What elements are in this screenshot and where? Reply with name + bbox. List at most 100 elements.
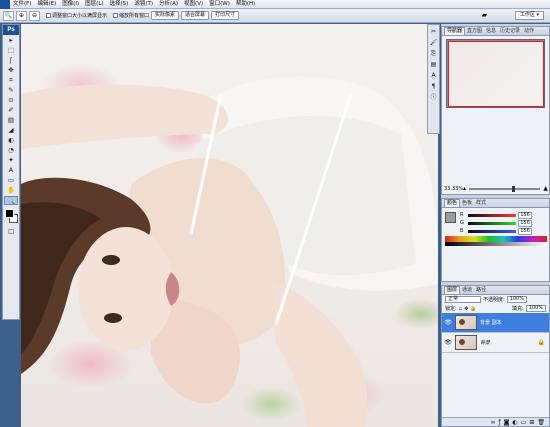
print-size-button[interactable]: 打印尺寸 <box>211 11 240 20</box>
eraser-tool-icon[interactable]: ◢ <box>4 126 18 135</box>
menu-file[interactable]: 文件(F) <box>10 0 34 9</box>
menu-image[interactable]: 图像(I) <box>59 0 82 9</box>
menu-filter[interactable]: 滤镜(T) <box>131 0 156 9</box>
move-tool-icon[interactable]: ▸ <box>4 36 18 45</box>
quick-mask-icon[interactable]: ☐ <box>4 228 18 237</box>
link-layers-icon[interactable]: ∞ <box>490 419 495 426</box>
hand-tool-icon[interactable]: ✋ <box>4 186 18 195</box>
color-swatches[interactable] <box>3 209 19 227</box>
workspace-button[interactable]: 工作区 ▾ <box>514 11 544 20</box>
green-slider[interactable] <box>468 221 516 225</box>
red-slider[interactable] <box>468 213 516 217</box>
zoom-slider[interactable] <box>469 185 541 192</box>
eye-icon[interactable]: 👁 <box>444 339 452 346</box>
tab-actions[interactable]: 动作 <box>522 28 536 35</box>
lock-pixels-icon[interactable]: ▫ <box>459 306 462 312</box>
pen-tool-icon[interactable]: ✦ <box>4 156 18 165</box>
magic-wand-tool-icon[interactable]: ✥ <box>4 66 18 75</box>
opacity-input[interactable]: 100% <box>506 296 527 303</box>
clone-stamp-tool-icon[interactable]: ▤ <box>4 116 18 125</box>
zoom-out-small-icon[interactable]: ▴ <box>463 185 466 192</box>
tab-history[interactable]: 历史记录 <box>498 28 522 35</box>
layer-style-icon[interactable]: ƒ <box>498 419 500 426</box>
menu-help[interactable]: 帮助(H) <box>233 0 258 9</box>
menu-select[interactable]: 选择(S) <box>107 0 132 9</box>
blend-mode-select[interactable]: 正常 <box>445 296 481 303</box>
zoom-in-icon[interactable]: ⊕ <box>16 10 27 21</box>
tab-navigator[interactable]: 导航器 <box>444 27 466 35</box>
brush-tool-icon[interactable]: ✐ <box>4 106 18 115</box>
foreground-color-swatch[interactable] <box>5 209 14 218</box>
zoom-value[interactable]: 33.33% <box>444 186 463 192</box>
color-panel: 颜色 色板 样式 R 156 G 156 B 156 <box>441 198 550 282</box>
lasso-tool-icon[interactable]: ʃ <box>4 56 18 65</box>
fit-screen-button[interactable]: 适合屏幕 <box>181 11 210 20</box>
shape-tool-icon[interactable]: ▭ <box>4 176 18 185</box>
lock-position-icon[interactable]: ✥ <box>464 306 468 312</box>
channel-label: R <box>460 212 464 218</box>
tab-info[interactable]: 信息 <box>484 28 498 35</box>
palette-well-icon[interactable]: ▰ <box>479 11 490 20</box>
tab-color[interactable]: 颜色 <box>444 199 461 207</box>
zoom-out-icon[interactable]: ⊖ <box>29 10 40 21</box>
layer-name[interactable]: 背景 副本 <box>480 319 502 326</box>
menu-edit[interactable]: 编辑(E) <box>34 0 59 9</box>
tab-channels[interactable]: 通道 <box>460 287 474 294</box>
navigator-footer: 33.33% ▴ ▲ <box>444 185 548 192</box>
type-tool-icon[interactable]: A <box>4 166 18 175</box>
blue-value[interactable]: 156 <box>518 227 532 235</box>
marquee-tool-icon[interactable]: ⬚ <box>4 46 18 55</box>
eye-icon[interactable]: 👁 <box>444 319 452 326</box>
navigator-tabs: 导航器 直方图 信息 历史记录 动作 <box>442 27 549 36</box>
panels-column: 导航器 直方图 信息 历史记录 动作 33.33% ▴ ▲ 颜色 色板 样式 R <box>441 24 550 427</box>
adjustment-layer-icon[interactable]: ◐ <box>512 419 517 426</box>
fill-input[interactable]: 100% <box>525 305 546 312</box>
zoom-tool-icon[interactable]: 🔍 <box>4 196 18 205</box>
color-row-g: G 156 <box>442 219 549 227</box>
menu-window[interactable]: 窗口(W) <box>206 0 233 9</box>
tool-presets-icon[interactable]: ✂ <box>429 28 438 36</box>
layer-name[interactable]: 背景 <box>480 339 490 346</box>
tab-styles[interactable]: 样式 <box>474 200 488 207</box>
layer-row[interactable]: 👁 背景 副本 <box>442 313 549 333</box>
dodge-tool-icon[interactable]: ◔ <box>4 146 18 155</box>
resize-windows-checkbox[interactable]: 调整窗口大小以满屏显示 <box>46 12 107 19</box>
layer-thumbnail <box>455 335 477 350</box>
lock-all-icon[interactable]: 🔒 <box>470 306 476 312</box>
zoom-tool-preset-icon[interactable]: 🔍 <box>3 10 14 21</box>
tab-swatches[interactable]: 色板 <box>460 200 474 207</box>
tab-paths[interactable]: 路径 <box>474 287 488 294</box>
eyedropper-tool-icon[interactable]: ✎ <box>4 86 18 95</box>
tab-layers[interactable]: 图层 <box>444 286 461 294</box>
info-icon[interactable]: ⓘ <box>429 94 438 102</box>
menu-layer[interactable]: 图层(L) <box>82 0 106 9</box>
gradient-tool-icon[interactable]: ◐ <box>4 136 18 145</box>
delete-layer-icon[interactable]: 🗑 <box>537 419 545 426</box>
clone-source-icon[interactable]: ⎘ <box>429 50 438 58</box>
actual-pixels-button[interactable]: 实际像素 <box>151 11 180 20</box>
navigator-preview[interactable] <box>446 39 545 108</box>
color-spectrum-bar[interactable] <box>445 236 547 246</box>
red-value[interactable]: 156 <box>518 211 532 219</box>
layer-mask-icon[interactable]: ◙ <box>504 419 510 426</box>
paragraph-icon[interactable]: ¶ <box>429 83 438 91</box>
layer-row[interactable]: 👁 背景 🔒 <box>442 333 549 353</box>
blue-slider[interactable] <box>468 229 516 233</box>
new-layer-icon[interactable]: ⊞ <box>529 419 534 426</box>
document-canvas[interactable] <box>21 24 438 427</box>
layer-comps-icon[interactable]: ▤ <box>429 61 438 69</box>
character-icon[interactable]: A <box>429 72 438 80</box>
healing-brush-tool-icon[interactable]: ⊙ <box>4 96 18 105</box>
green-value[interactable]: 156 <box>518 219 532 227</box>
zoom-all-windows-checkbox[interactable]: 缩放所有窗口 <box>113 12 149 19</box>
menu-analysis[interactable]: 分析(A) <box>156 0 181 9</box>
lock-label: 锁定: <box>445 306 457 312</box>
tab-histogram[interactable]: 直方图 <box>465 28 484 35</box>
color-swatch-preview[interactable] <box>445 212 456 223</box>
menu-view[interactable]: 视图(V) <box>181 0 206 9</box>
crop-tool-icon[interactable]: ⌗ <box>4 76 18 85</box>
new-group-icon[interactable]: ▭ <box>521 419 527 426</box>
navigator-view-box[interactable] <box>448 41 544 107</box>
zoom-in-small-icon[interactable]: ▲ <box>543 185 548 192</box>
brush-presets-icon[interactable]: 🖌 <box>429 39 438 47</box>
